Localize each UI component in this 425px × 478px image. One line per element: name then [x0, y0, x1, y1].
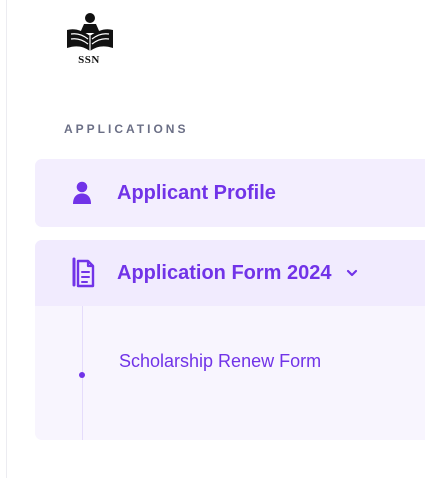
sidebar-panel: SSN APPLICATIONS Applicant Profile Appli…: [0, 0, 425, 478]
application-form-icon-wrap: [65, 256, 99, 290]
user-icon: [73, 181, 91, 204]
applications-section-title: APPLICATIONS: [64, 122, 189, 136]
chevron-down-icon[interactable]: [344, 265, 360, 281]
reader-logo-icon: [67, 13, 113, 51]
application-form-label: Application Form 2024: [117, 261, 332, 284]
document-icon: [72, 257, 95, 288]
logo-text: SSN: [78, 54, 100, 66]
application-form-group: Application Form 2024 Scholarship Renew …: [35, 240, 425, 440]
chevron-down-svg: [346, 269, 357, 277]
sidebar-item-applicant-profile[interactable]: Applicant Profile: [35, 159, 425, 227]
applicant-profile-label: Applicant Profile: [117, 181, 276, 204]
sidebar-border: [6, 0, 7, 478]
submenu-bullet-icon: [79, 372, 85, 378]
ssn-logo: SSN: [64, 10, 122, 66]
scholarship-renew-form-label: Scholarship Renew Form: [119, 351, 322, 371]
applicant-profile-icon-wrap: [65, 176, 99, 210]
sidebar-item-application-form-2024[interactable]: Application Form 2024: [35, 240, 425, 306]
submenu-item-scholarship-renew-form[interactable]: Scholarship Renew Form: [35, 342, 425, 406]
